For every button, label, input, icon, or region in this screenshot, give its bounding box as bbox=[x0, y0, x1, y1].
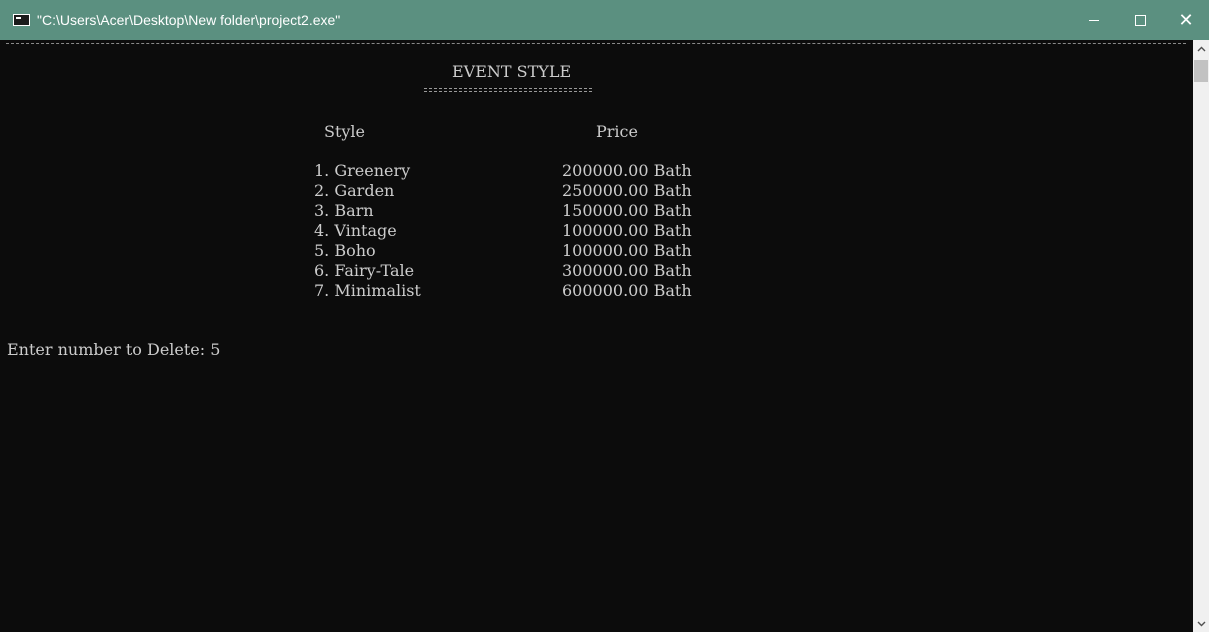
style-price: 150000.00 Bath bbox=[562, 201, 692, 220]
list-item: 1. Greenery 200000.00 Bath bbox=[314, 161, 692, 181]
console-app-icon[interactable] bbox=[13, 14, 30, 26]
title-bar[interactable]: "C:\Users\Acer\Desktop\New folder\projec… bbox=[0, 0, 1209, 40]
page-title: EVENT STYLE bbox=[452, 62, 572, 81]
title-underline bbox=[424, 88, 592, 89]
style-price: 100000.00 Bath bbox=[562, 241, 692, 260]
console-output[interactable]: EVENT STYLE Style Price 1. Greenery 2000… bbox=[0, 40, 1193, 632]
list-item: 4. Vintage 100000.00 Bath bbox=[314, 221, 692, 241]
style-name: 5. Boho bbox=[314, 241, 376, 260]
style-name: 6. Fairy-Tale bbox=[314, 261, 415, 280]
scroll-up-icon[interactable] bbox=[1193, 40, 1209, 57]
list-item: 3. Barn 150000.00 Bath bbox=[314, 201, 692, 221]
maximize-button[interactable] bbox=[1117, 0, 1163, 40]
input-prompt[interactable]: Enter number to Delete: 5 bbox=[7, 340, 220, 360]
column-header-price: Price bbox=[596, 122, 638, 141]
minimize-icon bbox=[1089, 19, 1099, 21]
style-name: 2. Garden bbox=[314, 181, 395, 200]
title-underline-2 bbox=[424, 91, 592, 92]
style-price: 200000.00 Bath bbox=[562, 161, 692, 180]
list-item: 7. Minimalist 600000.00 Bath bbox=[314, 281, 692, 301]
style-name: 4. Vintage bbox=[314, 221, 397, 240]
style-price: 600000.00 Bath bbox=[562, 281, 692, 300]
minimize-button[interactable] bbox=[1071, 0, 1117, 40]
list-item: 2. Garden 250000.00 Bath bbox=[314, 181, 692, 201]
close-icon: ✕ bbox=[1178, 9, 1194, 31]
separator-line bbox=[6, 43, 1186, 44]
style-name: 1. Greenery bbox=[314, 161, 411, 180]
column-header-style: Style bbox=[324, 122, 366, 141]
maximize-icon bbox=[1134, 14, 1146, 26]
style-name: 7. Minimalist bbox=[314, 281, 421, 300]
style-name: 3. Barn bbox=[314, 201, 374, 220]
window-controls: ✕ bbox=[1071, 0, 1209, 40]
style-price: 100000.00 Bath bbox=[562, 221, 692, 240]
scroll-down-icon[interactable] bbox=[1193, 615, 1209, 632]
console-window: "C:\Users\Acer\Desktop\New folder\projec… bbox=[0, 0, 1209, 632]
style-list: 1. Greenery 200000.00 Bath 2. Garden 250… bbox=[314, 161, 692, 301]
style-price: 300000.00 Bath bbox=[562, 261, 692, 280]
list-item: 6. Fairy-Tale 300000.00 Bath bbox=[314, 261, 692, 281]
scrollbar-thumb[interactable] bbox=[1194, 60, 1208, 82]
close-button[interactable]: ✕ bbox=[1163, 0, 1209, 40]
list-item: 5. Boho 100000.00 Bath bbox=[314, 241, 692, 261]
vertical-scrollbar[interactable] bbox=[1193, 40, 1209, 632]
window-title: "C:\Users\Acer\Desktop\New folder\projec… bbox=[37, 12, 341, 28]
style-price: 250000.00 Bath bbox=[562, 181, 692, 200]
